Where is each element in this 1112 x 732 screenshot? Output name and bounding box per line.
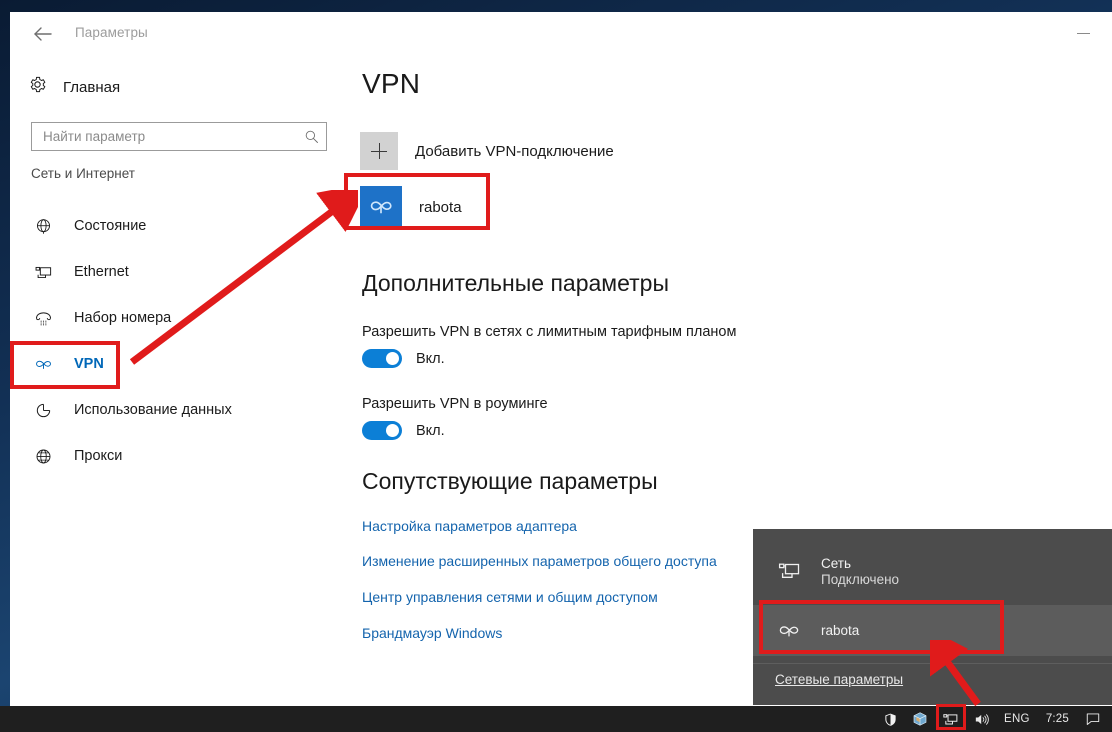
toggle-knob	[385, 424, 399, 437]
toggle-state-label: Вкл.	[416, 422, 445, 439]
sidebar-item-proxy[interactable]: Прокси	[10, 433, 340, 479]
flyout-item-vpn[interactable]: rabota	[753, 605, 1112, 656]
flyout-network-status: Подключено	[821, 571, 900, 587]
sidebar-item-ethernet[interactable]: Ethernet	[10, 249, 340, 295]
volume-icon[interactable]	[966, 706, 997, 732]
globe-status-icon	[32, 215, 54, 237]
desktop: Параметры Главная Найти параметр Сеть и …	[0, 0, 1112, 732]
related-link-network-sharing-center[interactable]: Центр управления сетями и общим доступом	[362, 589, 658, 605]
flyout-network-settings-link[interactable]: Сетевые параметры	[775, 672, 903, 687]
page-title: VPN	[362, 68, 421, 99]
add-vpn-connection-label: Добавить VPN-подключение	[415, 142, 614, 160]
vpn-connection-name: rabota	[419, 198, 462, 216]
vpn-icon	[32, 353, 54, 375]
search-icon[interactable]	[296, 123, 326, 150]
gear-icon	[28, 75, 47, 99]
toggle-switch[interactable]	[362, 421, 402, 440]
sidebar: Главная Сеть и Интернет	[10, 56, 340, 706]
window-titlebar: Параметры	[10, 12, 1112, 56]
related-link-adapter-options[interactable]: Настройка параметров адаптера	[362, 518, 577, 534]
setting-label-metered: Разрешить VPN в сетях с лимитным тарифны…	[362, 324, 737, 340]
ethernet-icon	[32, 261, 54, 283]
window-title: Параметры	[75, 25, 148, 40]
sidebar-item-label: Использование данных	[74, 402, 232, 418]
sidebar-item-data-usage[interactable]: Использование данных	[10, 387, 340, 433]
flyout-vpn-name: rabota	[821, 623, 860, 638]
back-arrow-icon[interactable]	[28, 21, 58, 47]
advanced-settings-heading: Дополнительные параметры	[362, 270, 669, 296]
flyout-network-texts: Сеть Подключено	[821, 556, 899, 587]
network-icon[interactable]	[935, 706, 966, 732]
vpn-connection-icon	[775, 618, 803, 644]
sidebar-item-label: Ethernet	[74, 264, 129, 280]
clock[interactable]: 7:25	[1037, 706, 1078, 732]
dial-up-icon	[32, 307, 54, 329]
sidebar-item-label: Прокси	[74, 448, 123, 464]
app-cube-icon[interactable]	[905, 706, 935, 732]
toggle-allow-vpn-roaming[interactable]: Вкл.	[362, 421, 445, 440]
sidebar-item-dialup[interactable]: Набор номера	[10, 295, 340, 341]
related-link-windows-firewall[interactable]: Брандмауэр Windows	[362, 625, 502, 641]
proxy-globe-icon	[32, 445, 54, 467]
vpn-connection-item[interactable]: rabota	[360, 186, 462, 228]
vpn-connection-icon	[360, 186, 402, 228]
network-flyout: Сеть Подключено rabota Сетевые параметры	[753, 529, 1112, 705]
toggle-switch[interactable]	[362, 349, 402, 368]
search-input[interactable]	[32, 123, 296, 150]
taskbar: ENG 7:25	[0, 706, 1112, 732]
ethernet-icon	[775, 559, 803, 583]
sidebar-home-label: Главная	[63, 78, 121, 96]
data-usage-icon	[32, 399, 54, 421]
sidebar-item-label: Состояние	[74, 218, 147, 234]
flyout-network-title: Сеть	[821, 555, 852, 571]
minimize-icon[interactable]	[1066, 22, 1100, 44]
plus-icon	[360, 132, 398, 170]
sidebar-section-label: Сеть и Интернет	[31, 166, 135, 181]
related-settings-heading: Сопутствующие параметры	[362, 468, 658, 494]
toggle-knob	[385, 352, 399, 365]
toggle-state-label: Вкл.	[416, 350, 445, 367]
system-tray: ENG 7:25	[876, 706, 1108, 732]
sidebar-item-vpn[interactable]: VPN	[10, 341, 340, 387]
flyout-divider	[753, 663, 1112, 664]
toggle-allow-vpn-metered[interactable]: Вкл.	[362, 349, 445, 368]
setting-label-roaming: Разрешить VPN в роуминге	[362, 396, 548, 412]
sidebar-item-label: Набор номера	[74, 310, 172, 326]
search-box[interactable]	[31, 122, 327, 151]
flyout-item-network[interactable]: Сеть Подключено	[753, 545, 1112, 597]
sidebar-item-status[interactable]: Состояние	[10, 203, 340, 249]
defender-shield-icon[interactable]	[876, 706, 905, 732]
sidebar-item-home[interactable]: Главная	[24, 70, 120, 104]
add-vpn-connection-button[interactable]: Добавить VPN-подключение	[360, 132, 614, 170]
language-indicator[interactable]: ENG	[997, 706, 1037, 732]
sidebar-item-label: VPN	[74, 356, 104, 372]
action-center-icon[interactable]	[1078, 706, 1108, 732]
related-link-sharing-options[interactable]: Изменение расширенных параметров общего …	[362, 553, 717, 569]
sidebar-nav-list: Состояние Ethernet Набор номера VPN Испо…	[10, 203, 340, 479]
